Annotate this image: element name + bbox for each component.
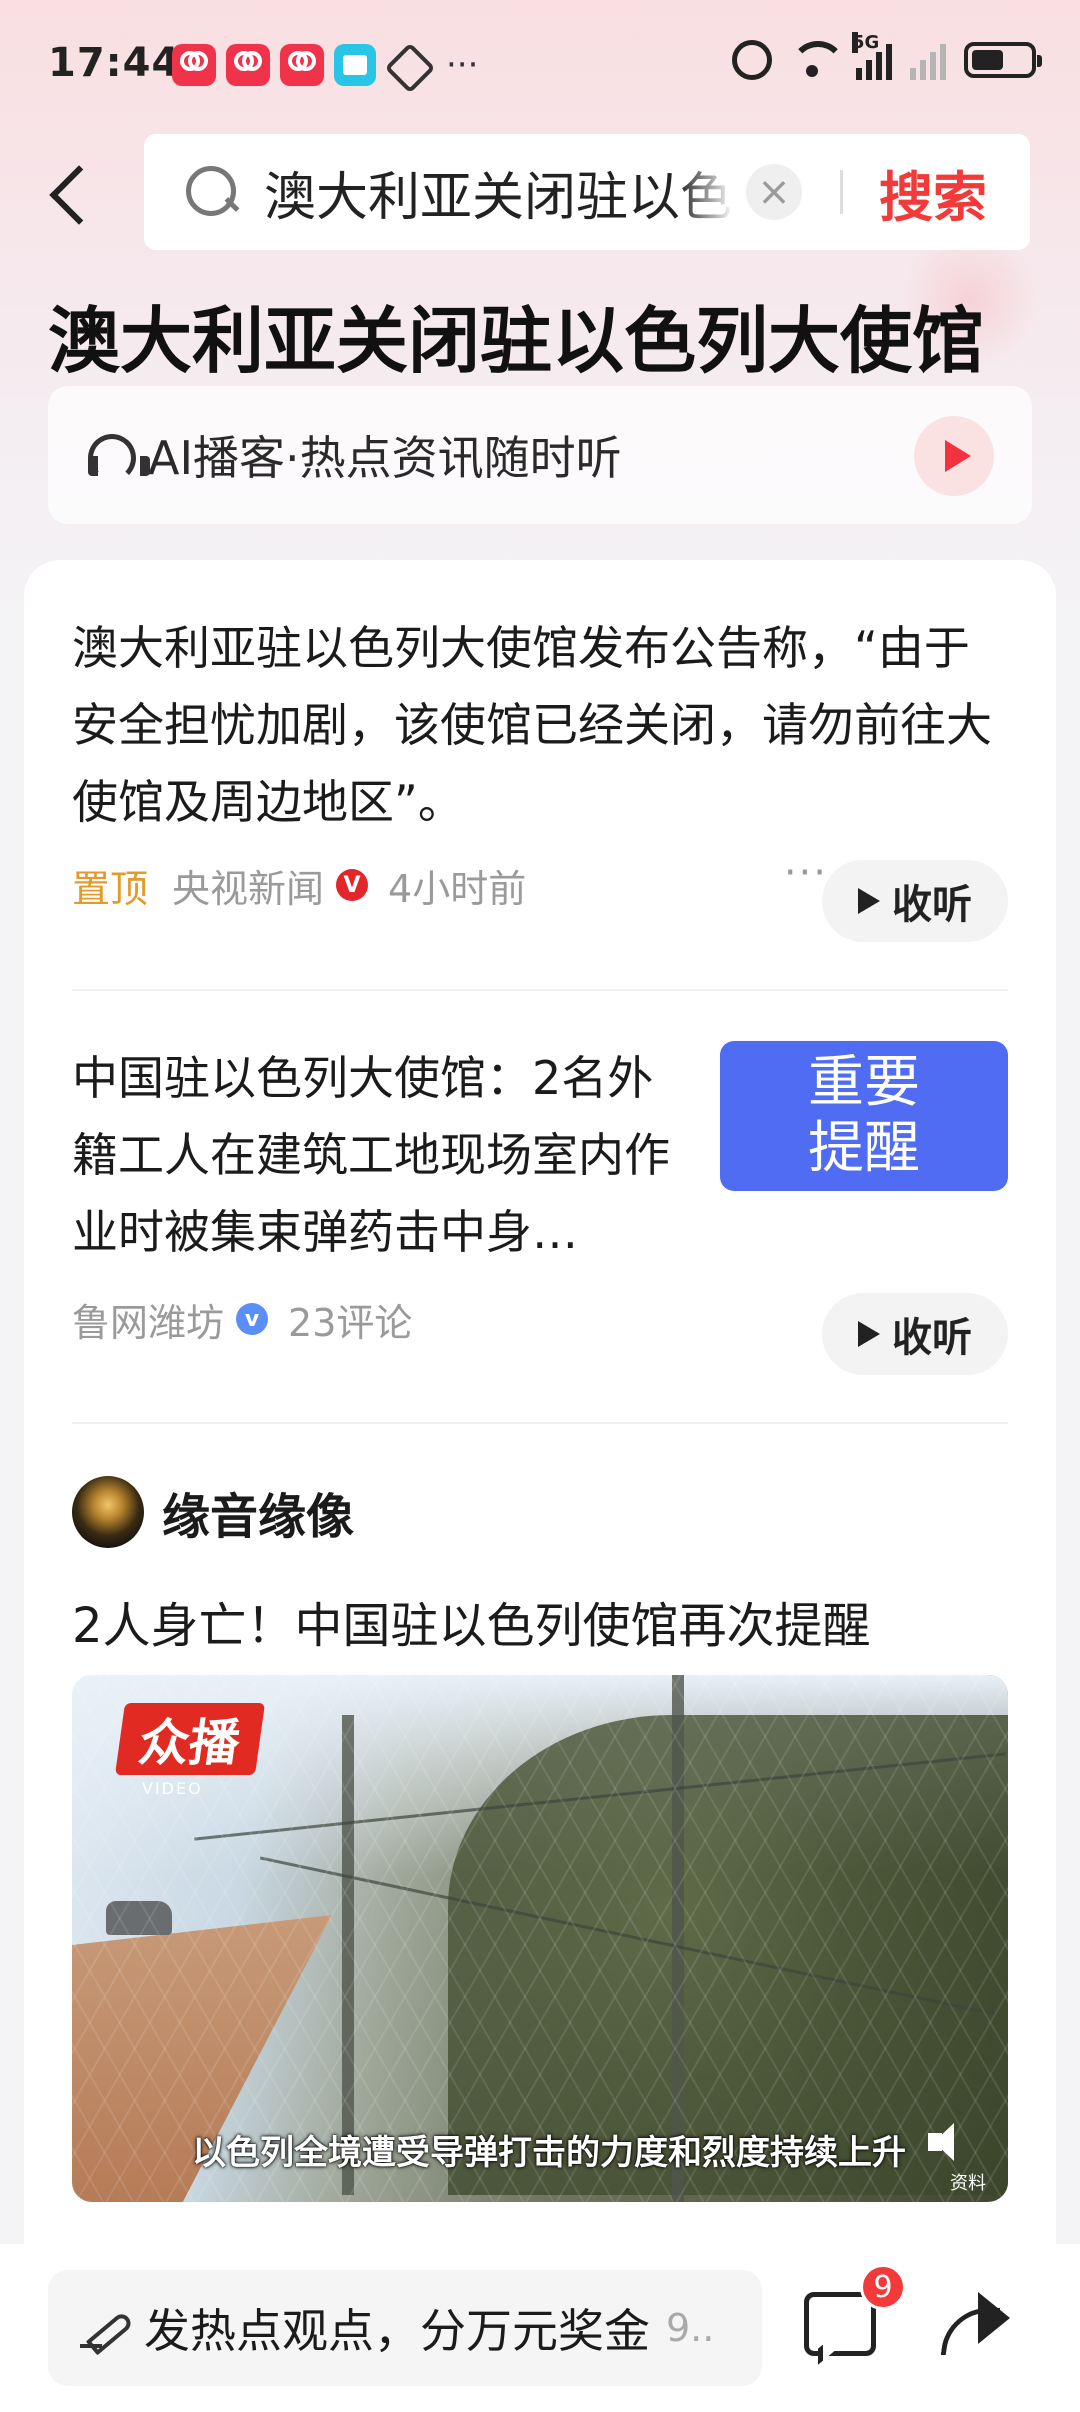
comment-count[interactable]: 23评论 [288,1292,412,1347]
article-source[interactable]: 央视新闻 [172,858,324,913]
status-bar: 17:44 ··· 5G [0,0,1080,130]
notification-icons: ··· [172,44,478,86]
search-button[interactable]: 搜索 [879,153,987,232]
more-options-button[interactable]: ··· [784,850,828,896]
pinned-article-text[interactable]: 澳大利亚驻以色列大使馆发布公告称，“由于安全担忧加剧，该使馆已经关闭，请勿前往大… [72,610,1012,841]
verified-badge-icon: v [236,1303,269,1335]
divider [72,989,1008,991]
clear-search-button[interactable]: × [746,164,802,220]
back-button[interactable] [44,160,94,230]
article-source[interactable]: 鲁网潍坊 [72,1292,224,1347]
pinned-article-meta: 置顶 央视新闻 V 4小时前 [72,844,526,926]
listen-button[interactable]: 收听 [822,1293,1008,1375]
video-subtitle: 以色列全境遭受导弹打击的力度和烈度持续上升 [192,2133,906,2173]
search-input[interactable]: 澳大利亚关闭驻以色列大使馆 [264,155,734,230]
divider [72,1422,1008,1424]
more-notifications-icon: ··· [446,45,479,85]
article-text[interactable]: 中国驻以色列大使馆：2名外籍工人在建筑工地现场室内作业时被集束弹药击中身… [72,1040,692,1271]
comment-placeholder: 发热点观点，分万元奖金 [144,2304,650,2358]
app-notification-icon [172,44,216,86]
alarm-icon [732,40,772,80]
gesture-icon [386,44,428,86]
system-icons: 5G [732,32,1042,80]
network-type-label: 5G [852,32,880,53]
listen-button[interactable]: 收听 [822,860,1008,942]
page-title: 澳大利亚关闭驻以色列大使馆 [48,299,985,383]
listen-label: 收听 [892,1315,972,1361]
signal-secondary-icon [910,40,946,80]
play-icon [858,888,880,914]
app-notification-icon [280,44,324,86]
comment-count-inline: 9.. [666,2306,715,2350]
battery-icon [964,42,1042,78]
verified-badge-icon: V [336,869,369,901]
video-player[interactable]: 众播 VIDEO 以色列全境遭受导弹打击的力度和烈度持续上升 资料 [72,1675,1008,2202]
play-icon [858,1321,880,1347]
signal-icon: 5G [852,32,892,80]
bottom-action-bar: 发热点观点，分万元奖金 9.. 9 [0,2244,1080,2412]
avatar[interactable] [72,1476,144,1548]
comment-input[interactable]: 发热点观点，分万元奖金 9.. [48,2270,762,2386]
reader-app-icon [334,44,376,86]
battery-level [972,50,1003,70]
ai-podcast-bar[interactable]: AI播客·热点资讯随时听 [48,386,1032,524]
article-time: 4小时前 [388,866,527,911]
status-time: 17:44 [48,40,181,86]
author-name[interactable]: 缘音缘像 [162,1477,354,1547]
wifi-icon [790,41,846,79]
search-divider [840,170,843,214]
app-notification-icon [226,44,270,86]
video-logo-sub: VIDEO [142,1779,203,1798]
search-icon [186,166,238,218]
listen-label: 收听 [892,882,972,928]
share-icon[interactable] [938,2290,1014,2362]
podcast-play-button[interactable] [914,416,994,496]
pinned-tag: 置顶 [72,866,149,911]
mute-icon[interactable] [928,2123,968,2163]
comment-icon[interactable] [804,2292,876,2358]
article-meta: 鲁网潍坊 v 23评论 [72,1278,412,1360]
thumbnail-text-line1: 重要 [808,1050,920,1115]
headphone-icon [86,432,150,482]
post-title[interactable]: 2人身亡！中国驻以色列使馆再次提醒 [72,1586,871,1656]
comment-count-badge: 9 [860,2264,906,2310]
search-bar[interactable]: 澳大利亚关闭驻以色列大使馆 × 搜索 [144,134,1030,250]
article-thumbnail[interactable]: 重要 提醒 [720,1041,1008,1191]
video-source-tag: 资料 [950,2173,986,2194]
podcast-label: AI播客·热点资讯随时听 [148,431,622,485]
post-author[interactable]: 缘音缘像 [72,1476,354,1548]
video-logo: 众播 [114,1703,266,1775]
thumbnail-text-line2: 提醒 [808,1116,920,1181]
pen-icon [80,2306,124,2350]
news-feed-card: 澳大利亚驻以色列大使馆发布公告称，“由于安全担忧加剧，该使馆已经关闭，请勿前往大… [24,560,1056,2412]
